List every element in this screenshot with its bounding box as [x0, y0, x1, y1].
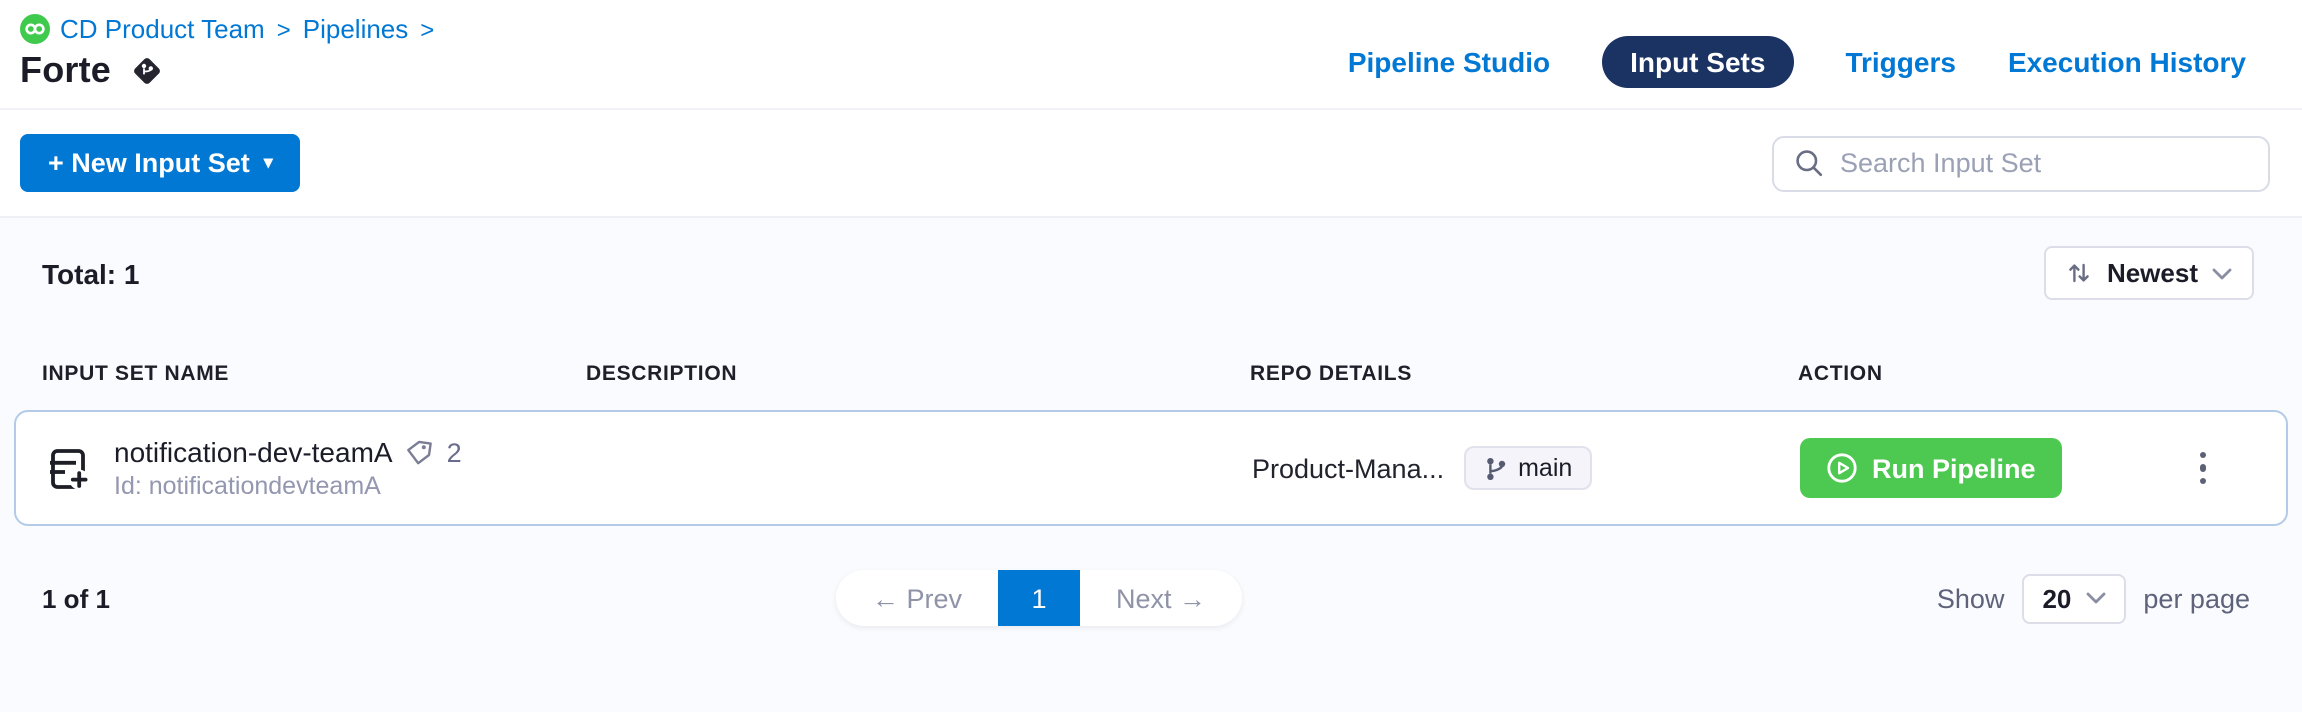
show-label: Show [1937, 583, 2005, 613]
input-set-row[interactable]: notification-dev-teamA 2 Id: notificatio… [14, 410, 2288, 526]
repo-details-cell: Product-Mana... main [1252, 446, 1800, 490]
page-range-summary: 1 of 1 [42, 583, 110, 613]
sort-selected-value: Newest [2107, 258, 2198, 288]
search-input[interactable] [1840, 148, 2248, 178]
tags-icon [405, 437, 435, 467]
page-size-group: Show 20 per page [1937, 573, 2250, 623]
per-page-label: per page [2143, 583, 2250, 613]
pagination-row: 1 of 1 ← Prev 1 Next → Show 20 per page [0, 570, 2302, 626]
current-page-button[interactable]: 1 [998, 570, 1080, 626]
search-box[interactable] [1772, 135, 2270, 191]
breadcrumb-separator: > [275, 15, 293, 43]
list-meta-row: Total: 1 Newest [0, 218, 2302, 300]
prev-page-button[interactable]: ← Prev [836, 583, 998, 613]
page-header: CD Product Team > Pipelines > Forte Pip [0, 0, 2302, 110]
sort-arrows-icon [2067, 260, 2093, 286]
next-page-button[interactable]: Next → [1080, 583, 1242, 613]
new-input-set-label: + New Input Set [48, 148, 250, 178]
pager: ← Prev 1 Next → [836, 570, 1242, 626]
branch-badge: main [1464, 446, 1592, 490]
input-set-document-icon [44, 443, 94, 493]
column-header-description: DESCRIPTION [586, 362, 1250, 386]
branch-name: main [1518, 454, 1572, 482]
new-input-set-button[interactable]: + New Input Set ▾ [20, 134, 301, 192]
tab-triggers[interactable]: Triggers [1845, 46, 1956, 78]
name-stack: notification-dev-teamA 2 Id: notificatio… [114, 436, 462, 500]
run-pipeline-button[interactable]: Run Pipeline [1800, 438, 2062, 498]
row-options-menu-icon[interactable] [2191, 444, 2214, 493]
name-line: notification-dev-teamA 2 [114, 436, 462, 468]
git-branch-icon [1484, 455, 1508, 481]
play-circle-icon [1826, 452, 1858, 484]
chevron-down-icon [2212, 267, 2232, 279]
breadcrumb: CD Product Team > Pipelines > [20, 14, 436, 44]
breadcrumb-project-link[interactable]: CD Product Team [60, 14, 265, 44]
page-title: Forte [20, 50, 111, 92]
repo-name: Product-Mana... [1252, 453, 1444, 483]
header-left: CD Product Team > Pipelines > Forte [20, 14, 436, 92]
tab-execution-history[interactable]: Execution History [2008, 46, 2246, 78]
chevron-down-icon: ▾ [264, 154, 273, 172]
page-size-value: 20 [2042, 583, 2071, 613]
page: CD Product Team > Pipelines > Forte Pip [0, 0, 2302, 712]
toolbar: + New Input Set ▾ [0, 110, 2302, 218]
breadcrumb-separator: > [418, 15, 436, 43]
breadcrumb-pipelines-link[interactable]: Pipelines [303, 14, 409, 44]
table-header-row: INPUT SET NAME DESCRIPTION REPO DETAILS … [0, 362, 2302, 386]
input-sets-content: Total: 1 Newest INPUT SET NAME DESCRIPTI… [0, 218, 2302, 712]
column-header-repo-details: REPO DETAILS [1250, 362, 1798, 386]
git-pipeline-icon [129, 54, 163, 88]
total-count-label: Total: 1 [42, 257, 140, 289]
sort-dropdown[interactable]: Newest [2045, 246, 2254, 300]
action-cell: Run Pipeline [1800, 438, 2286, 498]
cd-module-icon [20, 14, 50, 44]
input-set-id: Id: notificationdevteamA [114, 472, 462, 500]
tab-pipeline-studio[interactable]: Pipeline Studio [1348, 46, 1550, 78]
run-pipeline-label: Run Pipeline [1872, 453, 2036, 483]
pipeline-tabs: Pipeline Studio Input Sets Triggers Exec… [1348, 36, 2246, 88]
column-header-input-set-name: INPUT SET NAME [42, 362, 586, 386]
input-set-name-cell: notification-dev-teamA 2 Id: notificatio… [16, 436, 588, 500]
chevron-down-icon [2085, 592, 2105, 604]
column-header-action: ACTION [1798, 362, 2302, 386]
tab-input-sets[interactable]: Input Sets [1602, 36, 1793, 88]
title-row: Forte [20, 50, 436, 92]
input-set-name: notification-dev-teamA [114, 436, 393, 468]
page-size-dropdown[interactable]: 20 [2022, 573, 2125, 623]
search-icon [1794, 148, 1824, 178]
tag-count: 2 [447, 437, 462, 467]
